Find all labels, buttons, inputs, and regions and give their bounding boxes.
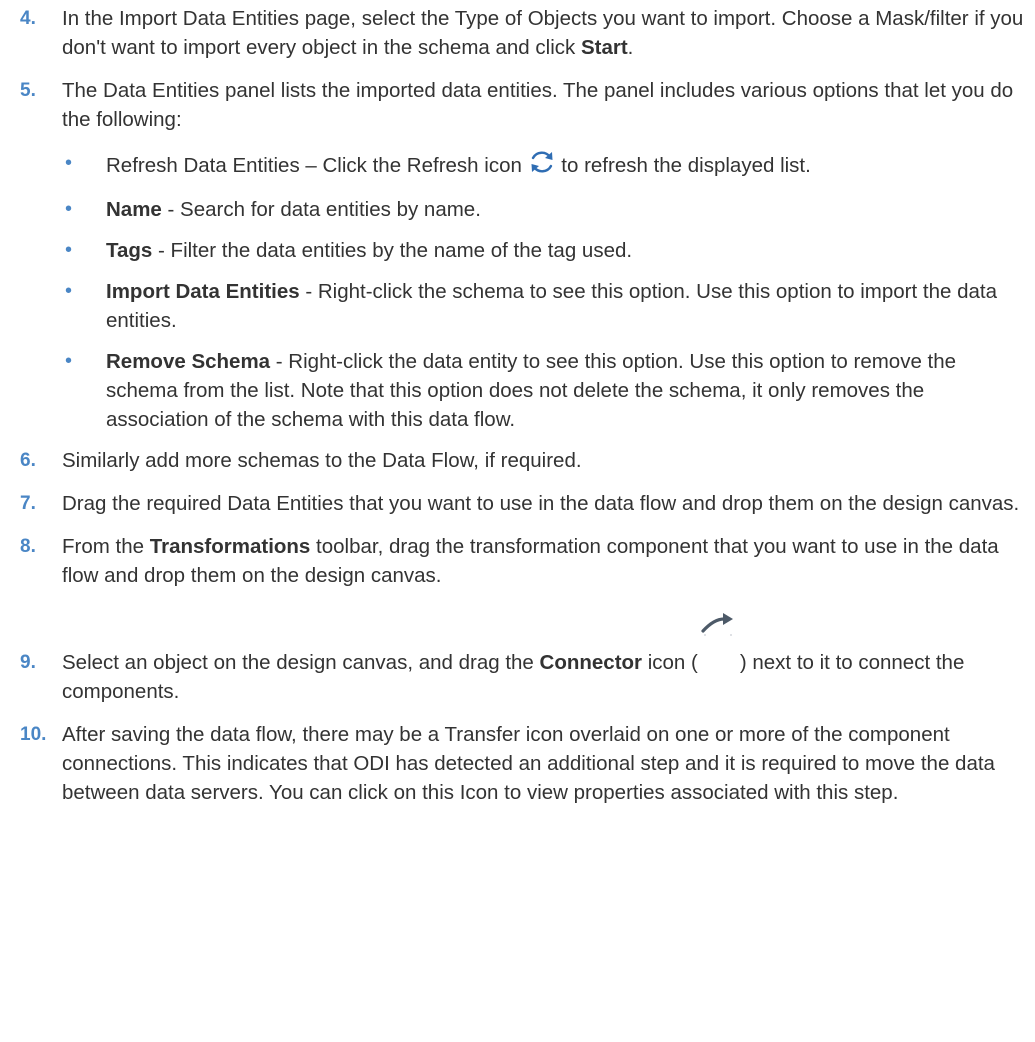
step-text: After saving the data flow, there may be… (62, 723, 995, 804)
bullet-icon: • (65, 350, 73, 372)
step-number: 4. (20, 8, 36, 29)
list-item: • Tags - Filter the data entities by the… (62, 236, 1025, 265)
step-5: 5. The Data Entities panel lists the imp… (0, 76, 1035, 434)
bullet-icon: • (65, 152, 73, 174)
document-body: 4. In the Import Data Entities page, sel… (0, 0, 1035, 807)
step-number: 7. (20, 493, 36, 514)
step-number: 5. (20, 80, 36, 101)
list-item: • Name - Search for data entities by nam… (62, 195, 1025, 224)
list-item: • Remove Schema - Right-click the data e… (62, 347, 1025, 434)
step-6: 6. Similarly add more schemas to the Dat… (0, 446, 1035, 475)
connector-icon (700, 609, 736, 645)
options-list: • Refresh Data Entities – Click the Refr… (62, 149, 1025, 434)
step-text: Select an object on the design canvas, a… (62, 613, 1025, 706)
start-term: Start (580, 36, 628, 59)
step-number: 10. (20, 724, 47, 745)
step-text: In the Import Data Entities page, select… (62, 7, 1024, 59)
bullet-icon: • (65, 280, 73, 302)
step-10: 10. After saving the data flow, there ma… (0, 720, 1035, 807)
step-number: 8. (20, 536, 36, 557)
step-7: 7. Drag the required Data Entities that … (0, 489, 1035, 518)
step-text: The Data Entities panel lists the import… (62, 79, 1014, 131)
step-text: Drag the required Data Entities that you… (62, 492, 1020, 515)
bullet-icon: • (65, 198, 73, 220)
step-number: 6. (20, 450, 36, 471)
refresh-icon (528, 149, 556, 183)
step-4: 4. In the Import Data Entities page, sel… (0, 4, 1035, 62)
step-9: 9. Select an object on the design canvas… (0, 613, 1035, 706)
connector-term: Connector (539, 651, 643, 674)
list-item: • Refresh Data Entities – Click the Refr… (62, 149, 1025, 183)
step-text: Similarly add more schemas to the Data F… (62, 449, 582, 472)
list-item: • Import Data Entities - Right-click the… (62, 277, 1025, 335)
transformations-term: Transformations (149, 535, 311, 558)
step-number: 9. (20, 652, 36, 673)
step-8: 8. From the Transformations toolbar, dra… (0, 532, 1035, 590)
step-text: From the Transformations toolbar, drag t… (62, 535, 999, 587)
bullet-icon: • (65, 239, 73, 261)
